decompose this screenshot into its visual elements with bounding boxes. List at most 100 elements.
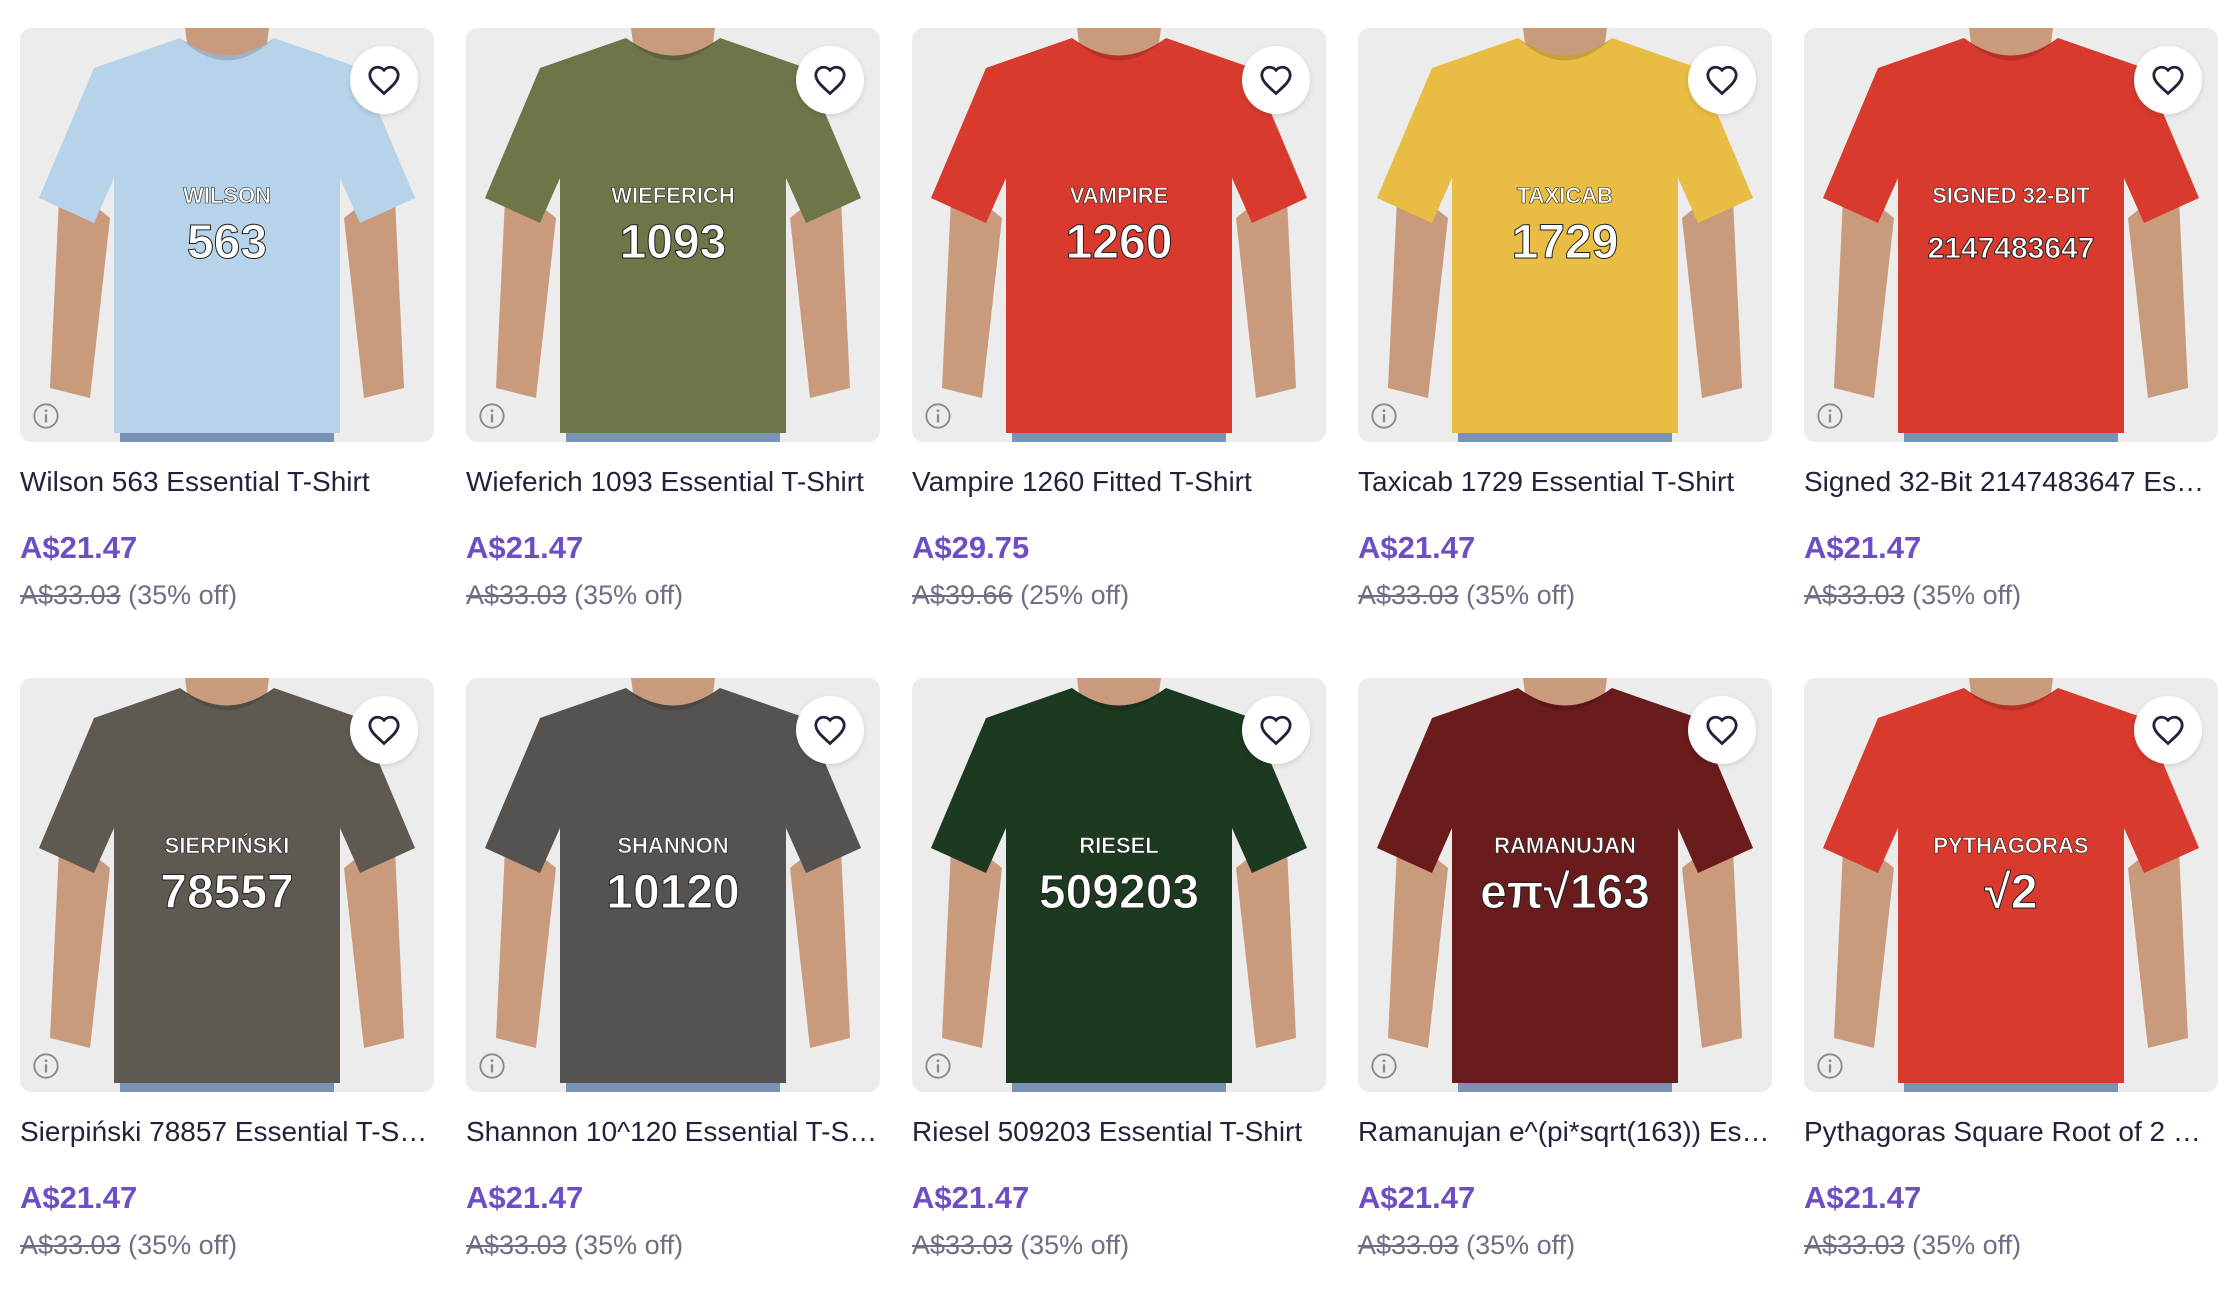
favorite-button[interactable]: [1242, 696, 1310, 764]
product-image[interactable]: WILSON 563: [20, 28, 434, 442]
info-button[interactable]: [476, 400, 508, 432]
product-title[interactable]: Taxicab 1729 Essential T-Shirt: [1358, 464, 1772, 500]
product-price: A$21.47: [20, 1180, 138, 1215]
product-image[interactable]: SIERPIŃSKI 78557: [20, 678, 434, 1092]
heart-outline-icon: [2152, 65, 2184, 96]
original-price: A$39.66: [912, 580, 1013, 610]
shirt-print-main-text: 10120: [606, 866, 739, 919]
original-price: A$33.03: [466, 580, 567, 610]
original-price-row: A$33.03 (35% off): [912, 1228, 1326, 1262]
shirt-print-top-text: WIEFERICH: [611, 183, 734, 208]
favorite-button[interactable]: [1688, 46, 1756, 114]
product-title[interactable]: Vampire 1260 Fitted T-Shirt: [912, 464, 1326, 500]
product-price: A$21.47: [466, 530, 584, 565]
shirt-print-top-text: RAMANUJAN: [1494, 833, 1636, 858]
discount-label: (35% off): [128, 1230, 238, 1260]
product-card[interactable]: TAXICAB 1729 Taxicab 1729 Essential T-Sh…: [1358, 28, 1772, 660]
shirt-print-top-text: SIGNED 32-BIT: [1932, 183, 2090, 208]
original-price: A$33.03: [1358, 580, 1459, 610]
product-card[interactable]: SIERPIŃSKI 78557 Sierpiński 78857 Essent…: [20, 678, 434, 1310]
product-card[interactable]: WILSON 563 Wilson 563 Essential T-Shirt …: [20, 28, 434, 660]
favorite-button[interactable]: [350, 696, 418, 764]
info-button[interactable]: [30, 1050, 62, 1082]
heart-outline-icon: [2152, 715, 2184, 746]
product-card[interactable]: PYTHAGORAS √2 Pythagoras Square Root of …: [1804, 678, 2218, 1310]
discount-label: (35% off): [1912, 580, 2022, 610]
product-title[interactable]: Ramanujan e^(pi*sqrt(163)) Essential T-S…: [1358, 1114, 1772, 1150]
favorite-button[interactable]: [796, 46, 864, 114]
product-image[interactable]: WIEFERICH 1093: [466, 28, 880, 442]
product-card[interactable]: SIGNED 32-BIT 2147483647 Signed 32-Bit 2…: [1804, 28, 2218, 660]
product-image[interactable]: SHANNON 10120: [466, 678, 880, 1092]
info-button[interactable]: [922, 1050, 954, 1082]
heart-outline-icon: [1706, 65, 1738, 96]
shirt-print-top-text: SIERPIŃSKI: [165, 833, 290, 858]
favorite-button[interactable]: [1242, 46, 1310, 114]
info-circle-icon: [925, 1053, 951, 1079]
product-card[interactable]: WIEFERICH 1093 Wieferich 1093 Essential …: [466, 28, 880, 660]
info-circle-icon: [479, 1053, 505, 1079]
info-circle-icon: [33, 403, 59, 429]
product-card[interactable]: RIESEL 509203 Riesel 509203 Essential T-…: [912, 678, 1326, 1310]
info-button[interactable]: [476, 1050, 508, 1082]
original-price-row: A$33.03 (35% off): [466, 578, 880, 612]
original-price: A$33.03: [1804, 1230, 1905, 1260]
product-card[interactable]: SHANNON 10120 Shannon 10^120 Essential T…: [466, 678, 880, 1310]
info-circle-icon: [33, 1053, 59, 1079]
shirt-print-main-text: 1729: [1512, 216, 1619, 269]
heart-outline-icon: [814, 715, 846, 746]
discount-label: (35% off): [128, 580, 238, 610]
product-card[interactable]: VAMPIRE 1260 Vampire 1260 Fitted T-Shirt…: [912, 28, 1326, 660]
product-price: A$21.47: [1804, 530, 1922, 565]
shirt-print-top-text: TAXICAB: [1517, 183, 1613, 208]
discount-label: (35% off): [1020, 1230, 1130, 1260]
info-button[interactable]: [1368, 400, 1400, 432]
shirt-print-main-text: √2: [1984, 866, 2037, 919]
product-image[interactable]: RIESEL 509203: [912, 678, 1326, 1092]
info-button[interactable]: [922, 400, 954, 432]
shirt-print-main-text: 1260: [1066, 216, 1173, 269]
info-circle-icon: [1817, 1053, 1843, 1079]
original-price-row: A$33.03 (35% off): [466, 1228, 880, 1262]
product-title[interactable]: Sierpiński 78857 Essential T-Shirt: [20, 1114, 434, 1150]
product-image[interactable]: RAMANUJAN eπ√163: [1358, 678, 1772, 1092]
heart-outline-icon: [1260, 715, 1292, 746]
product-title[interactable]: Wilson 563 Essential T-Shirt: [20, 464, 434, 500]
info-circle-icon: [1371, 1053, 1397, 1079]
shirt-print-main-text: 2147483647: [1928, 232, 2095, 265]
favorite-button[interactable]: [2134, 696, 2202, 764]
favorite-button[interactable]: [796, 696, 864, 764]
original-price-row: A$33.03 (35% off): [20, 1228, 434, 1262]
shirt-print-top-text: SHANNON: [617, 833, 728, 858]
original-price: A$33.03: [1358, 1230, 1459, 1260]
original-price: A$33.03: [466, 1230, 567, 1260]
info-button[interactable]: [1814, 400, 1846, 432]
product-image[interactable]: PYTHAGORAS √2: [1804, 678, 2218, 1092]
heart-outline-icon: [814, 65, 846, 96]
discount-label: (35% off): [574, 1230, 684, 1260]
favorite-button[interactable]: [2134, 46, 2202, 114]
product-image[interactable]: VAMPIRE 1260: [912, 28, 1326, 442]
product-title[interactable]: Riesel 509203 Essential T-Shirt: [912, 1114, 1326, 1150]
info-circle-icon: [925, 403, 951, 429]
product-title[interactable]: Wieferich 1093 Essential T-Shirt: [466, 464, 880, 500]
product-price: A$21.47: [20, 530, 138, 565]
product-card[interactable]: RAMANUJAN eπ√163 Ramanujan e^(pi*sqrt(16…: [1358, 678, 1772, 1310]
info-button[interactable]: [1368, 1050, 1400, 1082]
info-button[interactable]: [1814, 1050, 1846, 1082]
product-title[interactable]: Shannon 10^120 Essential T-Shirt: [466, 1114, 880, 1150]
favorite-button[interactable]: [1688, 696, 1756, 764]
heart-outline-icon: [368, 715, 400, 746]
product-title[interactable]: Pythagoras Square Root of 2 Essential T-…: [1804, 1114, 2218, 1150]
product-image[interactable]: SIGNED 32-BIT 2147483647: [1804, 28, 2218, 442]
shirt-print-main-text: 78557: [160, 866, 293, 919]
product-image[interactable]: TAXICAB 1729: [1358, 28, 1772, 442]
product-price: A$21.47: [466, 1180, 584, 1215]
product-title[interactable]: Signed 32-Bit 2147483647 Essential T-Shi…: [1804, 464, 2218, 500]
info-button[interactable]: [30, 400, 62, 432]
shirt-print-top-text: RIESEL: [1079, 833, 1158, 858]
shirt-print-main-text: eπ√163: [1480, 866, 1650, 919]
favorite-button[interactable]: [350, 46, 418, 114]
heart-outline-icon: [368, 65, 400, 96]
discount-label: (35% off): [1466, 580, 1576, 610]
